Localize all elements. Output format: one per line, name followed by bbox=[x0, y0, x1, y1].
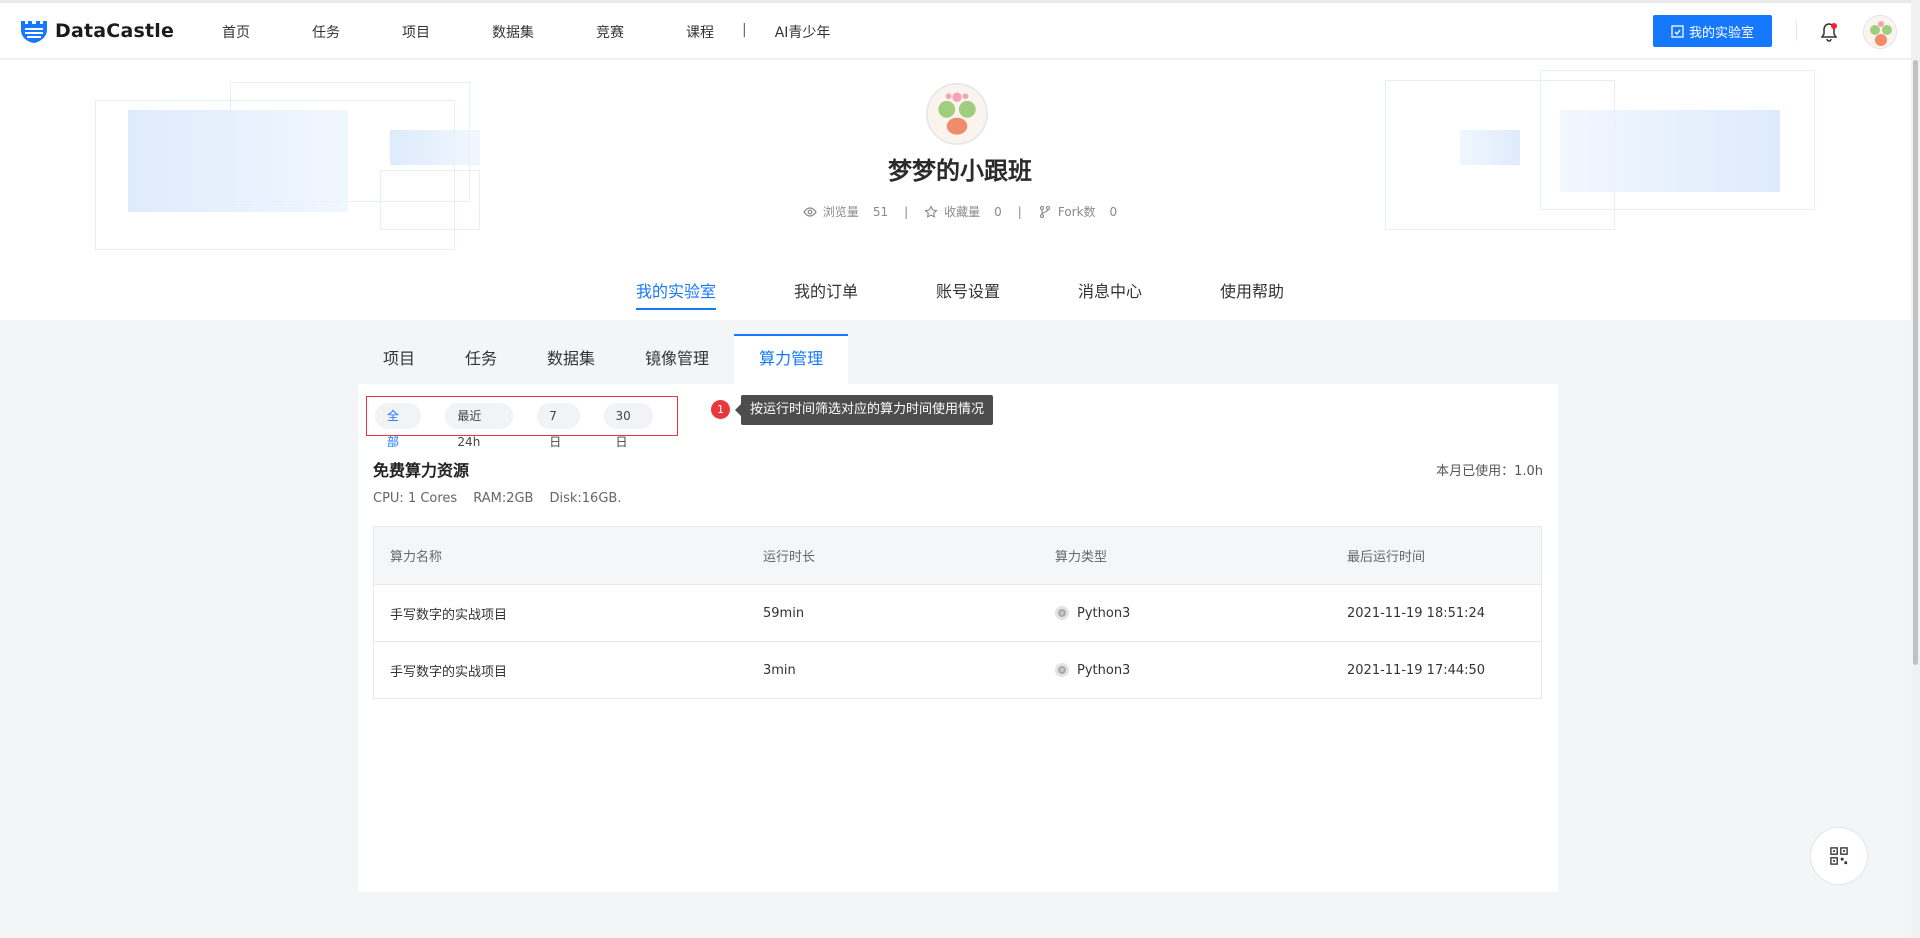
tab-my-orders[interactable]: 我的订单 bbox=[794, 278, 858, 310]
status-dot-icon bbox=[1055, 663, 1069, 677]
nav-projects[interactable]: 项目 bbox=[402, 22, 430, 42]
profile-avatar[interactable] bbox=[926, 83, 988, 145]
cell-type-label: Python3 bbox=[1077, 605, 1131, 621]
fork-icon bbox=[1039, 205, 1050, 218]
monthly-usage: 本月已使用：1.0h bbox=[1436, 464, 1543, 479]
cell-last-run: 2021-11-19 17:44:50 bbox=[1347, 662, 1486, 678]
eye-icon bbox=[803, 206, 817, 217]
castle-logo-icon bbox=[21, 21, 47, 43]
stat-views: 浏览量 51 bbox=[803, 203, 888, 220]
col-duration: 运行时长 bbox=[763, 550, 816, 565]
profile-stats: 浏览量 51 | 收藏量 0 | Fork数 0 bbox=[0, 203, 1920, 220]
tab-my-lab[interactable]: 我的实验室 bbox=[635, 278, 716, 310]
spec-cpu: CPU: 1 Cores bbox=[373, 491, 458, 506]
subtab-projects[interactable]: 项目 bbox=[358, 334, 440, 384]
profile-header: 梦梦的小跟班 浏览量 51 | 收藏量 0 | Fork数 0 我的实验室 我的… bbox=[0, 60, 1920, 320]
resource-specs: CPU: 1 Cores RAM:2GB Disk:16GB. bbox=[373, 491, 637, 506]
nav-tasks[interactable]: 任务 bbox=[312, 22, 340, 42]
filter-30d[interactable]: 30日 bbox=[603, 403, 653, 449]
scrollbar-thumb[interactable] bbox=[1913, 60, 1918, 665]
stat-forks-label: Fork数 bbox=[1057, 205, 1096, 219]
nav-datasets[interactable]: 数据集 bbox=[492, 22, 534, 42]
my-lab-button[interactable]: 我的实验室 bbox=[1653, 15, 1772, 47]
table-row[interactable]: 手写数字的实战项目 59min Python3 2021-11-19 18:51… bbox=[374, 584, 1541, 641]
profile-username: 梦梦的小跟班 bbox=[888, 157, 1032, 185]
subtab-image-management[interactable]: 镜像管理 bbox=[620, 334, 734, 384]
spec-disk: Disk:16GB. bbox=[549, 491, 622, 506]
spec-ram: RAM:2GB bbox=[473, 491, 534, 506]
main-nav: 首页 任务 项目 数据集 竞赛 课程 | AI青少年 bbox=[222, 22, 892, 42]
lab-icon bbox=[1671, 24, 1684, 38]
cell-last-run: 2021-11-19 18:51:24 bbox=[1347, 605, 1486, 621]
nav-separator: | bbox=[742, 22, 747, 38]
nav-competitions[interactable]: 竞赛 bbox=[596, 22, 624, 42]
annotation-badge: 1 bbox=[711, 400, 730, 419]
filter-tooltip: 按运行时间筛选对应的算力时间使用情况 bbox=[734, 395, 994, 425]
stat-favorites-value: 0 bbox=[994, 204, 1002, 219]
filter-24h[interactable]: 最近24h bbox=[445, 403, 514, 449]
resource-title: 免费算力资源 bbox=[373, 461, 470, 480]
notification-dot bbox=[1831, 23, 1837, 29]
time-filter-group: 全部 最近24h 7日 30日 bbox=[366, 396, 678, 449]
qr-code-icon bbox=[1830, 847, 1848, 865]
cell-type-label: Python3 bbox=[1077, 662, 1131, 678]
filter-all[interactable]: 全部 bbox=[375, 403, 422, 449]
stat-forks: Fork数 0 bbox=[1038, 203, 1117, 220]
brand-name: DataCastle bbox=[55, 19, 175, 42]
status-dot-icon bbox=[1055, 606, 1069, 620]
cell-duration: 59min bbox=[763, 605, 805, 621]
filter-7d[interactable]: 7日 bbox=[537, 403, 580, 449]
stat-separator: | bbox=[904, 204, 909, 219]
cell-type: Python3 bbox=[1055, 663, 1347, 678]
table-header: 算力名称 运行时长 算力类型 最后运行时间 bbox=[374, 527, 1541, 584]
stat-views-label: 浏览量 bbox=[822, 205, 859, 219]
stat-forks-value: 0 bbox=[1109, 204, 1118, 219]
divider bbox=[1796, 21, 1797, 41]
stat-separator: | bbox=[1017, 204, 1022, 219]
col-name: 算力名称 bbox=[390, 550, 443, 565]
lab-subtabs: 项目 任务 数据集 镜像管理 算力管理 bbox=[358, 334, 849, 384]
stat-favorites: 收藏量 0 bbox=[924, 203, 1002, 220]
my-lab-label: 我的实验室 bbox=[1688, 25, 1754, 41]
nav-home[interactable]: 首页 bbox=[222, 22, 250, 42]
col-type: 算力类型 bbox=[1055, 550, 1108, 565]
top-navbar: DataCastle 首页 任务 项目 数据集 竞赛 课程 | AI青少年 我的… bbox=[0, 0, 1920, 59]
datacastle-logo[interactable]: DataCastle bbox=[19, 17, 174, 44]
cell-duration: 3min bbox=[763, 662, 796, 678]
star-icon bbox=[924, 204, 938, 218]
cell-name: 手写数字的实战项目 bbox=[390, 607, 508, 623]
stat-views-value: 51 bbox=[872, 204, 889, 219]
tab-help[interactable]: 使用帮助 bbox=[1220, 278, 1284, 310]
col-last-run: 最后运行时间 bbox=[1347, 550, 1426, 565]
user-avatar[interactable] bbox=[1863, 15, 1897, 49]
stat-favorites-label: 收藏量 bbox=[944, 205, 981, 219]
qr-code-button[interactable] bbox=[1810, 827, 1868, 885]
nav-ai-youth[interactable]: AI青少年 bbox=[775, 22, 831, 42]
subtab-tasks[interactable]: 任务 bbox=[440, 334, 522, 384]
subtab-compute-management[interactable]: 算力管理 bbox=[734, 334, 849, 384]
compute-table: 算力名称 运行时长 算力类型 最后运行时间 手写数字的实战项目 59min Py… bbox=[373, 526, 1542, 699]
tab-message-center[interactable]: 消息中心 bbox=[1078, 278, 1142, 310]
profile-tabs: 我的实验室 我的订单 账号设置 消息中心 使用帮助 bbox=[0, 278, 1920, 310]
notification-bell-icon[interactable] bbox=[1819, 21, 1839, 43]
table-row[interactable]: 手写数字的实战项目 3min Python3 2021-11-19 17:44:… bbox=[374, 641, 1541, 698]
cell-name: 手写数字的实战项目 bbox=[390, 664, 508, 680]
nav-courses[interactable]: 课程 bbox=[686, 22, 714, 42]
subtab-datasets[interactable]: 数据集 bbox=[522, 334, 620, 384]
cell-type: Python3 bbox=[1055, 606, 1347, 621]
compute-panel: 全部 最近24h 7日 30日 1 按运行时间筛选对应的算力时间使用情况 免费算… bbox=[358, 384, 1558, 892]
tab-account-settings[interactable]: 账号设置 bbox=[936, 278, 1000, 310]
